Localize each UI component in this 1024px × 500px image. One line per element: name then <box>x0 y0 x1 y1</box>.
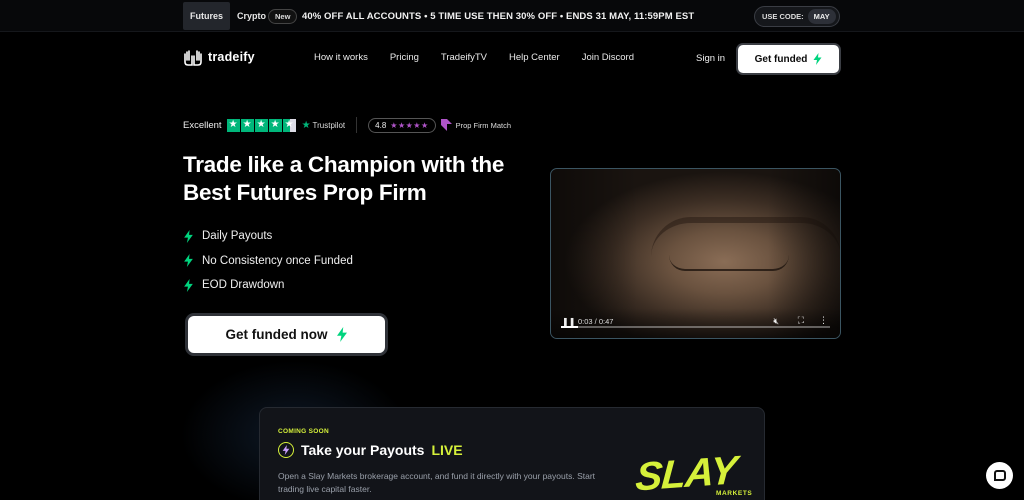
new-badge: New <box>268 8 298 24</box>
get-funded-now-button[interactable]: Get funded now <box>188 316 385 353</box>
feature-label: Daily Payouts <box>202 230 273 243</box>
tab-futures[interactable]: Futures <box>183 2 231 30</box>
chat-icon <box>993 470 1006 481</box>
more-options-icon[interactable]: ⋮ <box>819 315 828 326</box>
feature-item: EOD Drawdown <box>183 273 353 298</box>
slay-markets-logo: SLAY MARKETS <box>634 449 766 500</box>
video-time: 0:03 / 0:47 <box>578 317 614 326</box>
promo-bar: Futures Crypto New 40% OFF ALL ACCOUNTS … <box>0 0 1024 32</box>
feature-item: Daily Payouts <box>183 224 353 249</box>
slay-logo-sub: MARKETS <box>716 490 753 497</box>
nav-link-tradeifytv[interactable]: TradeifyTV <box>441 52 487 63</box>
star-icon: ★ <box>268 118 282 132</box>
hero-video[interactable]: ❚❚ 0:03 / 0:47 🔇︎ ⛶ ⋮ <box>550 168 841 339</box>
main-nav: tradeify How it works Pricing TradeifyTV… <box>0 32 1024 88</box>
sign-in-link[interactable]: Sign in <box>696 53 725 64</box>
get-funded-button[interactable]: Get funded <box>738 45 839 73</box>
card-heading: Take your Payouts LIVE <box>278 442 463 458</box>
nav-link-pricing[interactable]: Pricing <box>390 52 419 63</box>
bolt-icon <box>184 254 193 268</box>
trustpilot-brand[interactable]: ★ Trustpilot <box>302 120 346 131</box>
card-description: Open a Slay Markets brokerage account, a… <box>278 471 596 494</box>
pfm-score: 4.8 <box>375 120 387 130</box>
get-funded-now-label: Get funded now <box>225 327 328 342</box>
promo-code-label: USE CODE: <box>762 12 804 21</box>
feature-label: No Consistency once Funded <box>202 254 353 267</box>
promo-message: 40% OFF ALL ACCOUNTS • 5 TIME USE THEN 3… <box>302 10 695 22</box>
logo[interactable]: tradeify <box>183 48 255 66</box>
logo-text: tradeify <box>208 50 255 64</box>
fullscreen-icon[interactable]: ⛶ <box>798 315 804 326</box>
nav-link-join-discord[interactable]: Join Discord <box>582 52 634 63</box>
trustpilot-brand-label: Trustpilot <box>312 120 346 130</box>
coming-soon-label: COMING SOON <box>278 428 329 435</box>
ratings-divider <box>356 117 358 133</box>
tab-crypto[interactable]: Crypto New <box>230 2 304 30</box>
trustpilot-rating-word: Excellent <box>183 119 222 131</box>
pfm-name[interactable]: Prop Firm Match <box>456 121 511 130</box>
chat-launcher-button[interactable] <box>986 462 1013 489</box>
video-controls: ❚❚ 0:03 / 0:47 🔇︎ ⛶ ⋮ <box>551 308 840 338</box>
logo-hands-icon <box>184 50 202 66</box>
star-icon: ★ <box>254 118 268 132</box>
trustpilot-star-icon: ★ <box>301 119 311 131</box>
trustpilot-stars: ★ ★ ★ ★ ★ <box>226 118 296 132</box>
feature-label: EOD Drawdown <box>202 279 285 292</box>
promo-code-value: MAY <box>807 9 836 24</box>
nav-link-how-it-works[interactable]: How it works <box>314 52 368 63</box>
card-title-highlight: LIVE <box>431 442 463 458</box>
video-progress-track[interactable] <box>561 326 830 328</box>
tab-crypto-label: Crypto <box>237 11 267 21</box>
nav-link-help-center[interactable]: Help Center <box>509 52 560 63</box>
pfm-stars: ★★★★★ <box>390 120 429 130</box>
tab-futures-label: Futures <box>190 11 224 21</box>
bolt-icon <box>184 278 193 292</box>
bolt-icon <box>336 327 347 342</box>
half-star-icon: ★ <box>282 118 296 132</box>
feature-item: No Consistency once Funded <box>183 249 353 274</box>
star-icon: ★ <box>226 118 240 132</box>
get-funded-label: Get funded <box>754 53 808 65</box>
star-icon: ★ <box>240 118 254 132</box>
bolt-icon <box>184 229 193 243</box>
lightning-coin-icon <box>278 442 294 458</box>
pfm-rating-pill: 4.8 ★★★★★ <box>368 117 436 133</box>
bolt-icon <box>813 53 822 65</box>
ratings-row: Excellent ★ ★ ★ ★ ★ ★ Trustpilot 4.8 ★★★★… <box>183 116 511 134</box>
prop-firm-match-logo-icon <box>440 119 452 131</box>
video-progress-fill <box>561 326 579 328</box>
slay-markets-card: COMING SOON Take your Payouts LIVE Open … <box>259 407 765 500</box>
market-tabs: Futures Crypto New <box>183 2 304 30</box>
pause-icon[interactable]: ❚❚ <box>562 317 575 326</box>
nav-links: How it works Pricing TradeifyTV Help Cen… <box>314 52 634 63</box>
hero-title: Trade like a Champion with the Best Futu… <box>183 152 505 205</box>
card-title-prefix: Take your Payouts <box>301 442 425 458</box>
feature-list: Daily Payouts No Consistency once Funded… <box>183 224 353 298</box>
promo-code-pill[interactable]: USE CODE: MAY <box>754 6 840 27</box>
